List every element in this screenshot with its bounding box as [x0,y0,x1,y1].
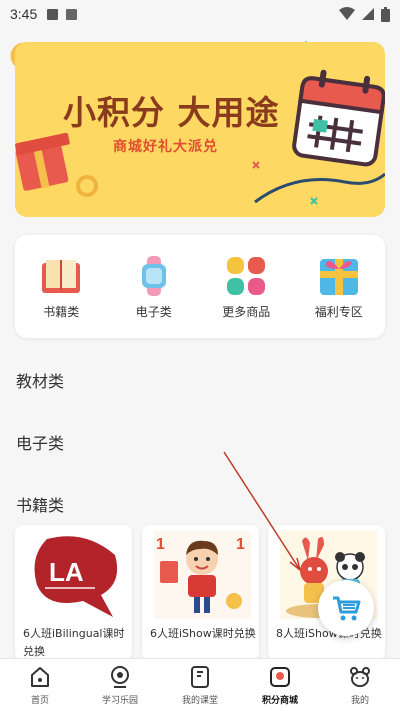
nav-label: 我的课堂 [181,696,218,706]
shopping-cart-icon [333,596,361,621]
bear-profile-icon [350,667,370,687]
bottom-navigation: 首页 学习乐园 我的课堂 积分商城 我的 [0,658,400,711]
nav-home[interactable]: 首页 [0,659,80,711]
nav-label: 我的 [350,696,369,706]
classroom-icon [191,666,209,688]
nav-label: 学习乐园 [101,696,138,706]
home-icon [31,667,49,687]
mall-icon [270,667,290,687]
nav-learning-park[interactable]: 学习乐园 [80,659,160,711]
nav-my-classroom[interactable]: 我的课堂 [160,659,240,711]
nav-label: 首页 [30,696,49,706]
cart-button[interactable] [318,580,374,636]
camera-icon [111,666,129,688]
nav-mine[interactable]: 我的 [320,659,400,711]
nav-points-mall[interactable]: 积分商城 [240,659,320,711]
nav-label: 积分商城 [261,696,298,706]
